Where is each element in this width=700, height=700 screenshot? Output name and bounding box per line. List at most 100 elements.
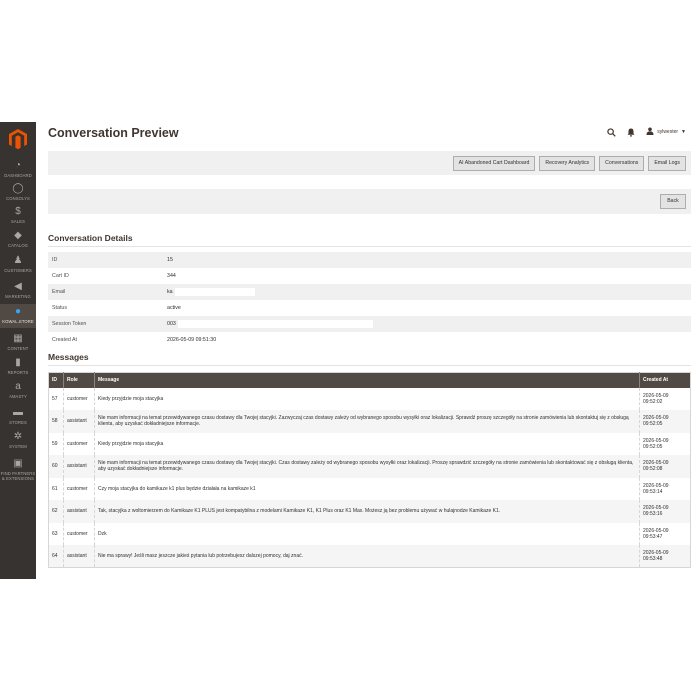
cell-created-at: 2026-05-09 09:52:02 bbox=[640, 388, 691, 411]
sidebar-item-consolys[interactable]: ◯ CONSOLYS bbox=[0, 181, 36, 203]
storefront-icon: ▬ bbox=[13, 407, 23, 418]
conversation-details-table: ID 15 Cart ID 344 Email ka Status active… bbox=[48, 252, 691, 348]
cell-id: 57 bbox=[48, 387, 64, 410]
redaction-box bbox=[177, 320, 373, 328]
layout-icon: ▦ bbox=[13, 333, 23, 344]
person-icon: ♟ bbox=[13, 255, 23, 266]
cell-role: assistant bbox=[63, 545, 95, 568]
cell-id: 63 bbox=[48, 522, 64, 545]
sidebar-item-label: CONSOLYS bbox=[6, 196, 30, 201]
table-row: 64 assistant Nie ma sprawy! Jeśli masz jes… bbox=[48, 545, 691, 568]
cell-message: Dzk bbox=[94, 522, 640, 545]
sidebar-item-content[interactable]: ▦ CONTENT bbox=[0, 331, 36, 353]
detail-row-created-at: Created At 2026-05-09 09:51:30 bbox=[52, 337, 217, 343]
cell-id: 60 bbox=[48, 455, 64, 478]
cell-message: Nie mam informacji na temat przewidywane… bbox=[94, 410, 640, 433]
messages-table: ID Role Message Created At 57 customer Kie… bbox=[48, 372, 691, 568]
table-row: 58 assistant Nie mam informacji na temat p… bbox=[48, 410, 691, 433]
cell-created-at: 2026-05-09 09:53:48 bbox=[639, 545, 691, 568]
detail-row-status: Status active bbox=[52, 305, 181, 311]
cell-created-at: 2026-05-09 09:53:14 bbox=[640, 478, 691, 501]
created-time: 09:53:47 bbox=[643, 533, 663, 540]
session-token-value: 003 bbox=[167, 321, 176, 327]
cell-message: Nie ma sprawy! Jeśli masz jeszcze jakieś… bbox=[94, 545, 640, 568]
secondary-toolbar: Back bbox=[48, 189, 691, 214]
sidebar-item-label: AMASTY bbox=[9, 394, 27, 399]
sidebar-item-label: SYSTEM bbox=[9, 444, 27, 449]
sidebar-item-label: MARKETING bbox=[5, 294, 31, 299]
table-row: 59 customer Kiedy przyjdzie moja stacyjka 2… bbox=[48, 432, 691, 456]
table-row: 60 assistant Nie mam informacji na temat p… bbox=[48, 455, 691, 478]
cell-message: Nie mam informacji na temat przewidywane… bbox=[94, 455, 640, 478]
section-divider bbox=[48, 246, 691, 247]
cell-message: Czy moja stacyjka do kamikaze k1 plus bę… bbox=[94, 477, 640, 500]
created-time: 09:53:48 bbox=[643, 556, 663, 562]
megaphone-icon: ◀ bbox=[14, 281, 22, 292]
column-header-created-at[interactable]: Created At bbox=[639, 372, 691, 388]
redaction-box bbox=[174, 288, 255, 296]
bell-icon[interactable] bbox=[626, 127, 636, 137]
conversations-button[interactable]: Conversations bbox=[599, 156, 645, 171]
created-time: 09:52:08 bbox=[643, 466, 663, 473]
cell-role: assistant bbox=[63, 500, 95, 523]
sidebar-item-dashboard[interactable]: ◔ DASHBOARD bbox=[0, 158, 36, 180]
recovery-analytics-button[interactable]: Recovery Analytics bbox=[539, 156, 596, 171]
created-time: 09:52:05 bbox=[643, 421, 663, 428]
sidebar-item-find-partners-extensions[interactable]: ▣ FIND PARTNERS & EXTENSIONS bbox=[0, 456, 36, 482]
sidebar-item-label: CATALOG bbox=[7, 243, 29, 248]
column-header-message[interactable]: Message bbox=[94, 372, 640, 388]
dollar-icon: $ bbox=[15, 206, 21, 217]
user-icon bbox=[646, 127, 654, 137]
column-header-role[interactable]: Role bbox=[63, 372, 95, 388]
cell-id: 58 bbox=[48, 410, 64, 433]
sidebar-item-label: STORES bbox=[9, 420, 27, 425]
magento-logo-icon[interactable] bbox=[8, 128, 28, 150]
sidebar-item-stores[interactable]: ▬ STORES bbox=[0, 405, 36, 427]
amasty-icon: a bbox=[15, 381, 21, 392]
back-button[interactable]: Back bbox=[660, 194, 686, 209]
table-row: 61 customer Czy moja stacyjka do kamikaze … bbox=[48, 477, 691, 501]
sidebar-item-sales[interactable]: $ SALES bbox=[0, 204, 36, 226]
user-menu[interactable]: sylwester ▼ bbox=[646, 127, 686, 137]
bar-chart-icon: ▮ bbox=[15, 357, 21, 368]
page-title: Conversation Preview bbox=[48, 126, 179, 140]
cell-message: Kiedy przyjdzie moja stacyjka bbox=[94, 432, 640, 455]
cell-role: customer bbox=[63, 477, 95, 500]
column-header-id[interactable]: ID bbox=[48, 372, 64, 388]
detail-row-cart-id: Cart ID 344 bbox=[52, 273, 176, 279]
header-actions: sylwester ▼ bbox=[606, 125, 686, 139]
globe-icon: ● bbox=[14, 306, 22, 317]
section-divider bbox=[48, 365, 691, 366]
created-time: 09:52:05 bbox=[643, 443, 663, 450]
cell-created-at: 2026-05-09 09:52:08 bbox=[639, 455, 691, 478]
ai-abandoned-cart-dashboard-button[interactable]: AI Abandoned Cart Dashboard bbox=[452, 156, 536, 171]
cell-created-at: 2026-05-09 09:52:05 bbox=[640, 433, 691, 456]
sidebar-item-system[interactable]: ✲ SYSTEM bbox=[0, 429, 36, 451]
box-icon: ◆ bbox=[14, 230, 22, 241]
sidebar-item-label: FIND PARTNERS & EXTENSIONS bbox=[0, 471, 36, 481]
page-actions-toolbar: AI Abandoned Cart Dashboard Recovery Ana… bbox=[48, 151, 691, 175]
sidebar-item-marketing[interactable]: ◀ MARKETING bbox=[0, 279, 36, 301]
cell-id: 61 bbox=[48, 477, 64, 500]
messages-heading: Messages bbox=[48, 352, 89, 362]
sidebar-item-reports[interactable]: ▮ REPORTS bbox=[0, 355, 36, 377]
detail-row-id: ID 15 bbox=[48, 252, 691, 268]
sidebar-item-catalog[interactable]: ◆ CATALOG bbox=[0, 228, 36, 250]
detail-row-session-token: Session Token 003 bbox=[48, 316, 691, 332]
search-icon[interactable] bbox=[606, 127, 616, 137]
gear-icon: ✲ bbox=[13, 431, 23, 442]
table-row: 63 customer Dzk 2026-05-09 09:53:47 bbox=[48, 522, 691, 546]
email-logs-button[interactable]: Email Logs bbox=[648, 156, 686, 171]
cell-created-at: 2026-05-09 09:53:47 bbox=[640, 523, 691, 546]
table-row: 57 customer Kiedy przyjdzie moja stacyjka 2… bbox=[48, 387, 691, 411]
cell-created-at: 2026-05-09 09:53:16 bbox=[639, 500, 691, 523]
sidebar-item-customers[interactable]: ♟ CUSTOMERS bbox=[0, 253, 36, 275]
created-time: 09:52:02 bbox=[643, 398, 663, 405]
created-time: 09:53:16 bbox=[643, 511, 663, 518]
cell-role: customer bbox=[63, 387, 95, 410]
sidebar-item-amasty[interactable]: a AMASTY bbox=[0, 379, 36, 401]
cell-role: customer bbox=[63, 432, 95, 455]
sidebar-item-label: CONTENT bbox=[7, 346, 29, 351]
detail-row-email: Email ka bbox=[48, 284, 691, 300]
sidebar-item-kowal-store[interactable]: ● KOWAL.STORE bbox=[0, 304, 36, 328]
